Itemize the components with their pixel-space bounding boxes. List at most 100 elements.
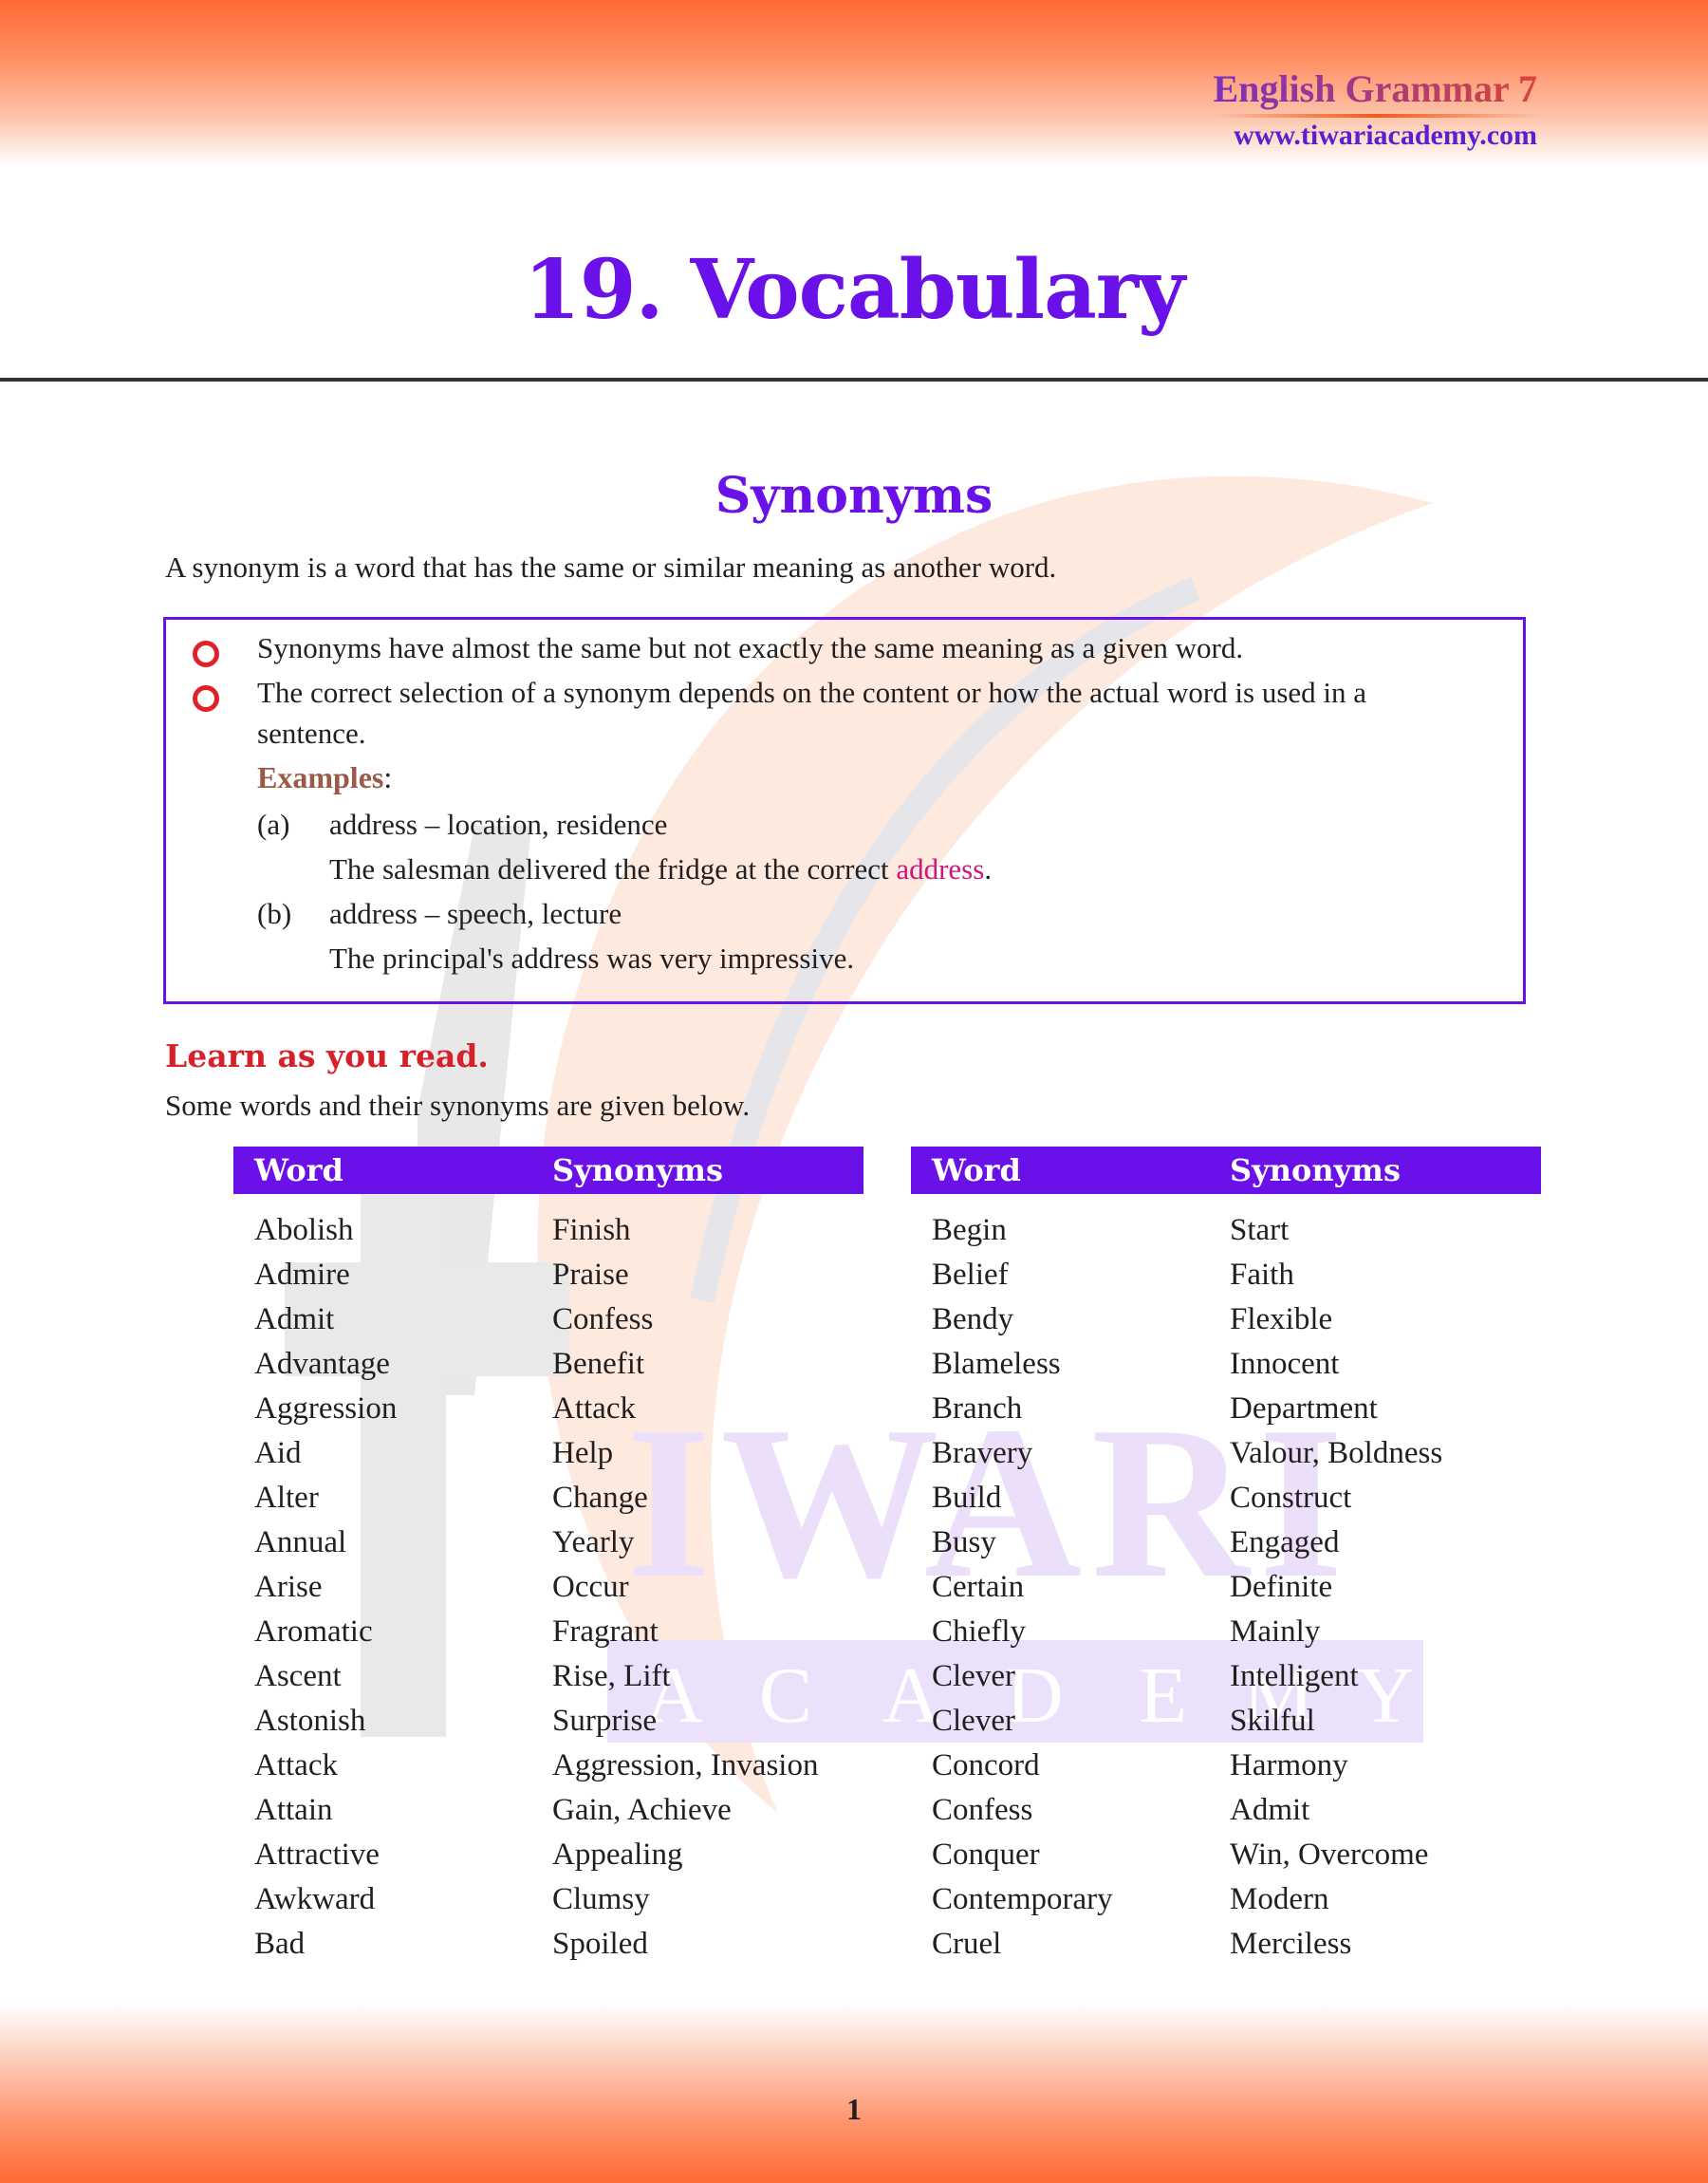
table-row: Annual Yearly [233, 1525, 863, 1570]
table-row: Admire Praise [233, 1258, 863, 1302]
word-cell: Certain [932, 1570, 1025, 1604]
note-bullet-continuation: sentence. [257, 717, 366, 750]
definition-text: A synonym is a word that has the same or… [165, 550, 1057, 584]
header-word: Word [254, 1152, 343, 1188]
synonym-cell: Skilful [1230, 1704, 1315, 1738]
bullet-icon [193, 685, 219, 712]
page-number: 1 [846, 2092, 862, 2126]
word-cell: Bravery [932, 1436, 1033, 1470]
highlighted-word: address [896, 852, 985, 886]
table-row: Busy Engaged [911, 1525, 1541, 1570]
synonym-cell: Harmony [1230, 1748, 1348, 1782]
table-row: Branch Department [911, 1391, 1541, 1436]
table-row: Attain Gain, Achieve [233, 1793, 863, 1838]
table-row: Advantage Benefit [233, 1347, 863, 1391]
table-header: Word Synonyms [911, 1147, 1541, 1194]
notes-box: Synonyms have almost the same but not ex… [163, 617, 1526, 1004]
synonym-cell: Yearly [552, 1525, 635, 1559]
bullet-icon [193, 641, 219, 667]
learn-intro: Some words and their synonyms are given … [165, 1089, 751, 1122]
table-row: Certain Definite [911, 1570, 1541, 1614]
synonym-cell: Surprise [552, 1704, 657, 1738]
table-row: Conquer Win, Overcome [911, 1838, 1541, 1882]
word-cell: Clever [932, 1659, 1015, 1693]
synonym-cell: Praise [552, 1258, 629, 1292]
word-cell: Chiefly [932, 1614, 1026, 1649]
examples-heading: Examples: [257, 760, 393, 794]
word-cell: Attain [254, 1793, 333, 1827]
synonym-cell: Help [552, 1436, 614, 1470]
synonym-cell: Spoiled [552, 1927, 648, 1961]
table-row: Confess Admit [911, 1793, 1541, 1838]
word-cell: Concord [932, 1748, 1040, 1782]
table-row: Bad Spoiled [233, 1927, 863, 1971]
synonym-cell: Clumsy [552, 1882, 650, 1916]
synonym-cell: Gain, Achieve [552, 1793, 732, 1827]
word-cell: Admire [254, 1258, 350, 1292]
synonym-table-right: Word Synonyms Begin Start Belief Faith Bendy… [911, 1147, 1541, 1971]
synonym-cell: Flexible [1230, 1302, 1333, 1336]
website-link[interactable]: www.tiwariacademy.com [1234, 120, 1537, 152]
table-body: Abolish Finish Admire Praise Admit Confess Adv… [233, 1213, 863, 1971]
synonym-table-left: Word Synonyms Abolish Finish Admire Praise A… [233, 1147, 863, 1971]
chapter-title: 19. Vocabulary [523, 242, 1185, 338]
word-cell: Attractive [254, 1838, 380, 1872]
table-row: Abolish Finish [233, 1213, 863, 1258]
synonym-cell: Attack [552, 1391, 636, 1426]
synonym-cell: Change [552, 1481, 648, 1515]
word-cell: Advantage [254, 1347, 390, 1381]
word-cell: Blameless [932, 1347, 1061, 1381]
table-row: Cruel Merciless [911, 1927, 1541, 1971]
example-sentence: The salesman delivered the fridge at the… [329, 852, 993, 886]
table-row: Clever Skilful [911, 1704, 1541, 1748]
word-cell: Clever [932, 1704, 1015, 1738]
note-bullet: The correct selection of a synonym depen… [257, 676, 1367, 709]
word-cell: Begin [932, 1213, 1007, 1247]
example-sentence: The principal's address was very impress… [329, 942, 855, 975]
word-cell: Conquer [932, 1838, 1040, 1872]
table-row: Ascent Rise, Lift [233, 1659, 863, 1704]
synonym-cell: Benefit [552, 1347, 645, 1381]
word-cell: Branch [932, 1391, 1023, 1426]
table-row: Chiefly Mainly [911, 1614, 1541, 1659]
table-row: Attractive Appealing [233, 1838, 863, 1882]
synonym-cell: Valour, Boldness [1230, 1436, 1443, 1470]
word-cell: Busy [932, 1525, 996, 1559]
synonym-cell: Construct [1230, 1481, 1352, 1515]
synonym-cell: Faith [1230, 1258, 1294, 1292]
note-bullet: Synonyms have almost the same but not ex… [257, 631, 1244, 664]
example-pair: address – speech, lecture [329, 897, 622, 930]
synonym-cell: Admit [1230, 1793, 1310, 1827]
synonym-cell: Engaged [1230, 1525, 1340, 1559]
word-cell: Alter [254, 1481, 319, 1515]
word-cell: Confess [932, 1793, 1033, 1827]
header-synonyms: Synonyms [1230, 1152, 1402, 1188]
word-cell: Aggression [254, 1391, 398, 1426]
synonym-cell: Appealing [552, 1838, 683, 1872]
table-row: Admit Confess [233, 1302, 863, 1347]
synonym-cell: Merciless [1230, 1927, 1352, 1961]
table-row: Attack Aggression, Invasion [233, 1748, 863, 1793]
table-row: Awkward Clumsy [233, 1882, 863, 1927]
table-row: Aromatic Fragrant [233, 1614, 863, 1659]
word-cell: Belief [932, 1258, 1009, 1292]
word-cell: Awkward [254, 1882, 376, 1916]
table-row: Contemporary Modern [911, 1882, 1541, 1927]
book-title: English Grammar 7 [1213, 67, 1537, 110]
word-cell: Abolish [254, 1213, 354, 1247]
word-cell: Attack [254, 1748, 338, 1782]
synonym-cell: Aggression, Invasion [552, 1748, 819, 1782]
word-cell: Admit [254, 1302, 335, 1336]
example-pair: address – location, residence [329, 808, 668, 841]
table-row: Bravery Valour, Boldness [911, 1436, 1541, 1481]
table-row: Build Construct [911, 1481, 1541, 1525]
synonym-cell: Start [1230, 1213, 1290, 1247]
word-cell: Cruel [932, 1927, 1002, 1961]
table-row: Astonish Surprise [233, 1704, 863, 1748]
word-cell: Build [932, 1481, 1002, 1515]
table-header: Word Synonyms [233, 1147, 863, 1194]
word-cell: Bendy [932, 1302, 1014, 1336]
table-row: Aggression Attack [233, 1391, 863, 1436]
synonym-cell: Fragrant [552, 1614, 659, 1649]
table-body: Begin Start Belief Faith Bendy Flexible Blamel… [911, 1213, 1541, 1971]
